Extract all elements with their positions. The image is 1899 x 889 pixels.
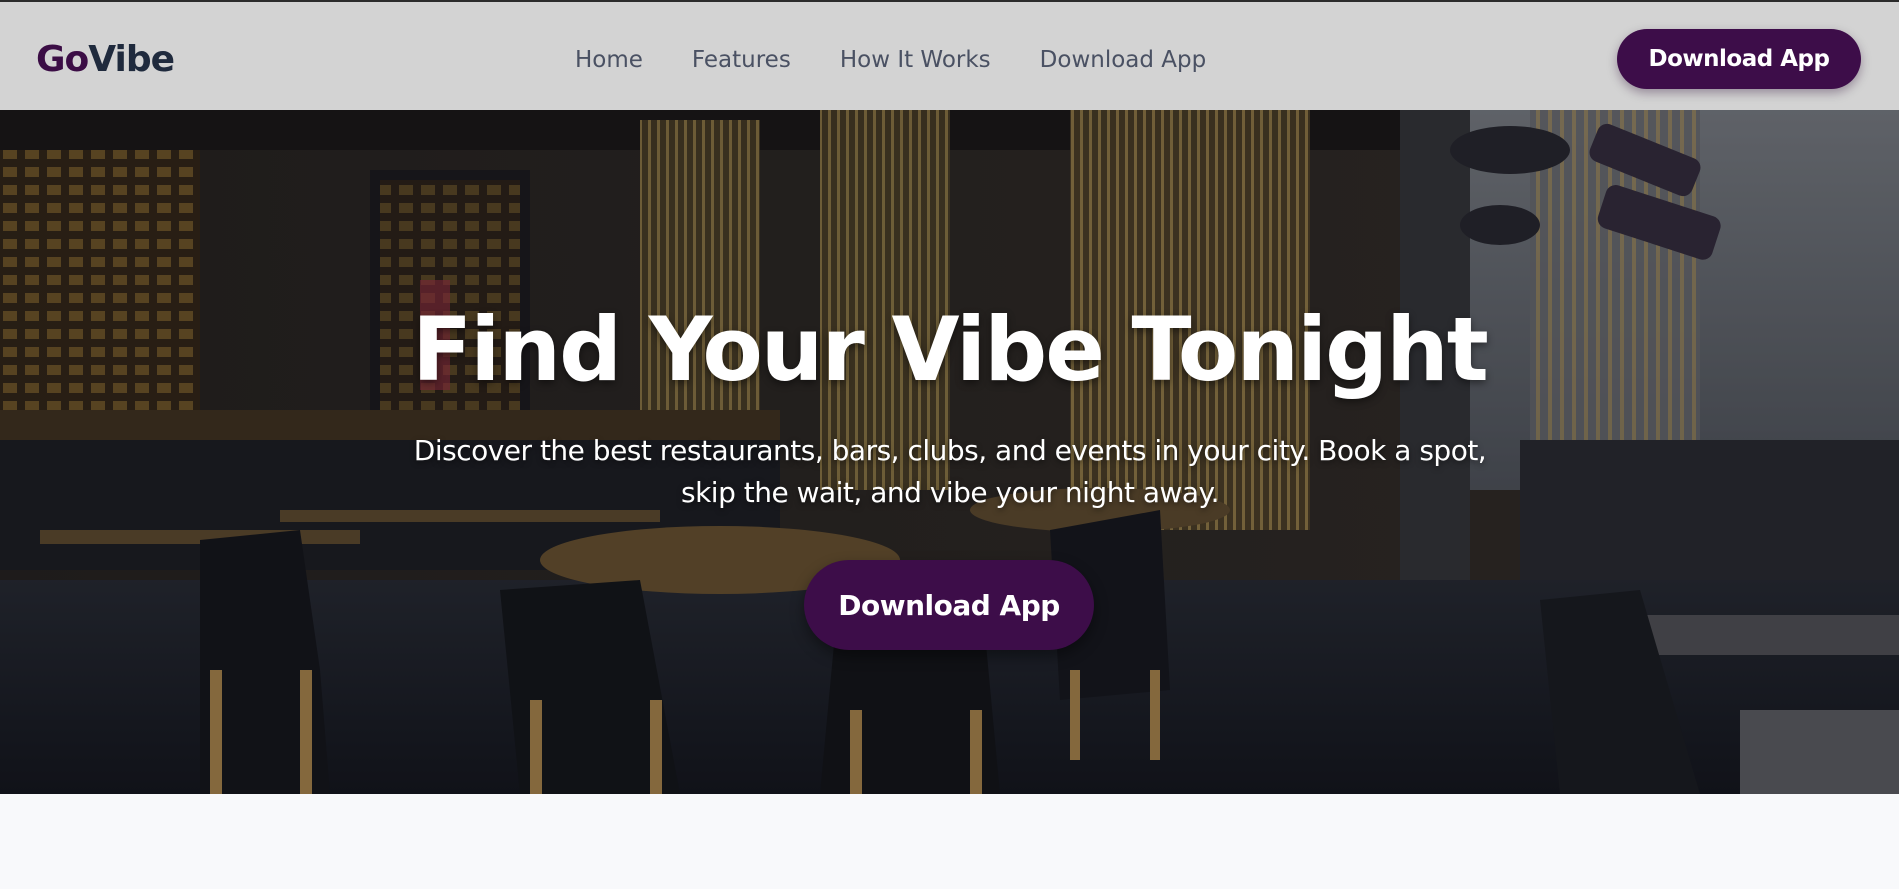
logo[interactable]: GoVibe [36, 38, 175, 82]
hero-title: Find Your Vibe Tonight [412, 298, 1489, 401]
landing-page: GoVibe Home Features How It Works Downlo… [0, 0, 1899, 889]
hero-section: Find Your Vibe Tonight Discover the best… [0, 110, 1899, 794]
next-section [0, 794, 1899, 889]
logo-go: Go [36, 39, 89, 80]
nav-link-features[interactable]: Features [692, 46, 791, 74]
nav-link-download-app[interactable]: Download App [1040, 46, 1207, 74]
hero-content: Find Your Vibe Tonight Discover the best… [0, 110, 1899, 794]
nav-link-how-it-works[interactable]: How It Works [840, 46, 991, 74]
nav-link-home[interactable]: Home [575, 46, 643, 74]
logo-vibe: Vibe [88, 39, 175, 80]
nav-download-app-button[interactable]: Download App [1617, 29, 1861, 89]
hero-subtitle: Discover the best restaurants, bars, clu… [413, 434, 1487, 509]
navbar: GoVibe Home Features How It Works Downlo… [0, 0, 1899, 110]
hero-download-app-button[interactable]: Download App [804, 560, 1094, 650]
nav-links: Home Features How It Works Download App [575, 46, 1206, 74]
